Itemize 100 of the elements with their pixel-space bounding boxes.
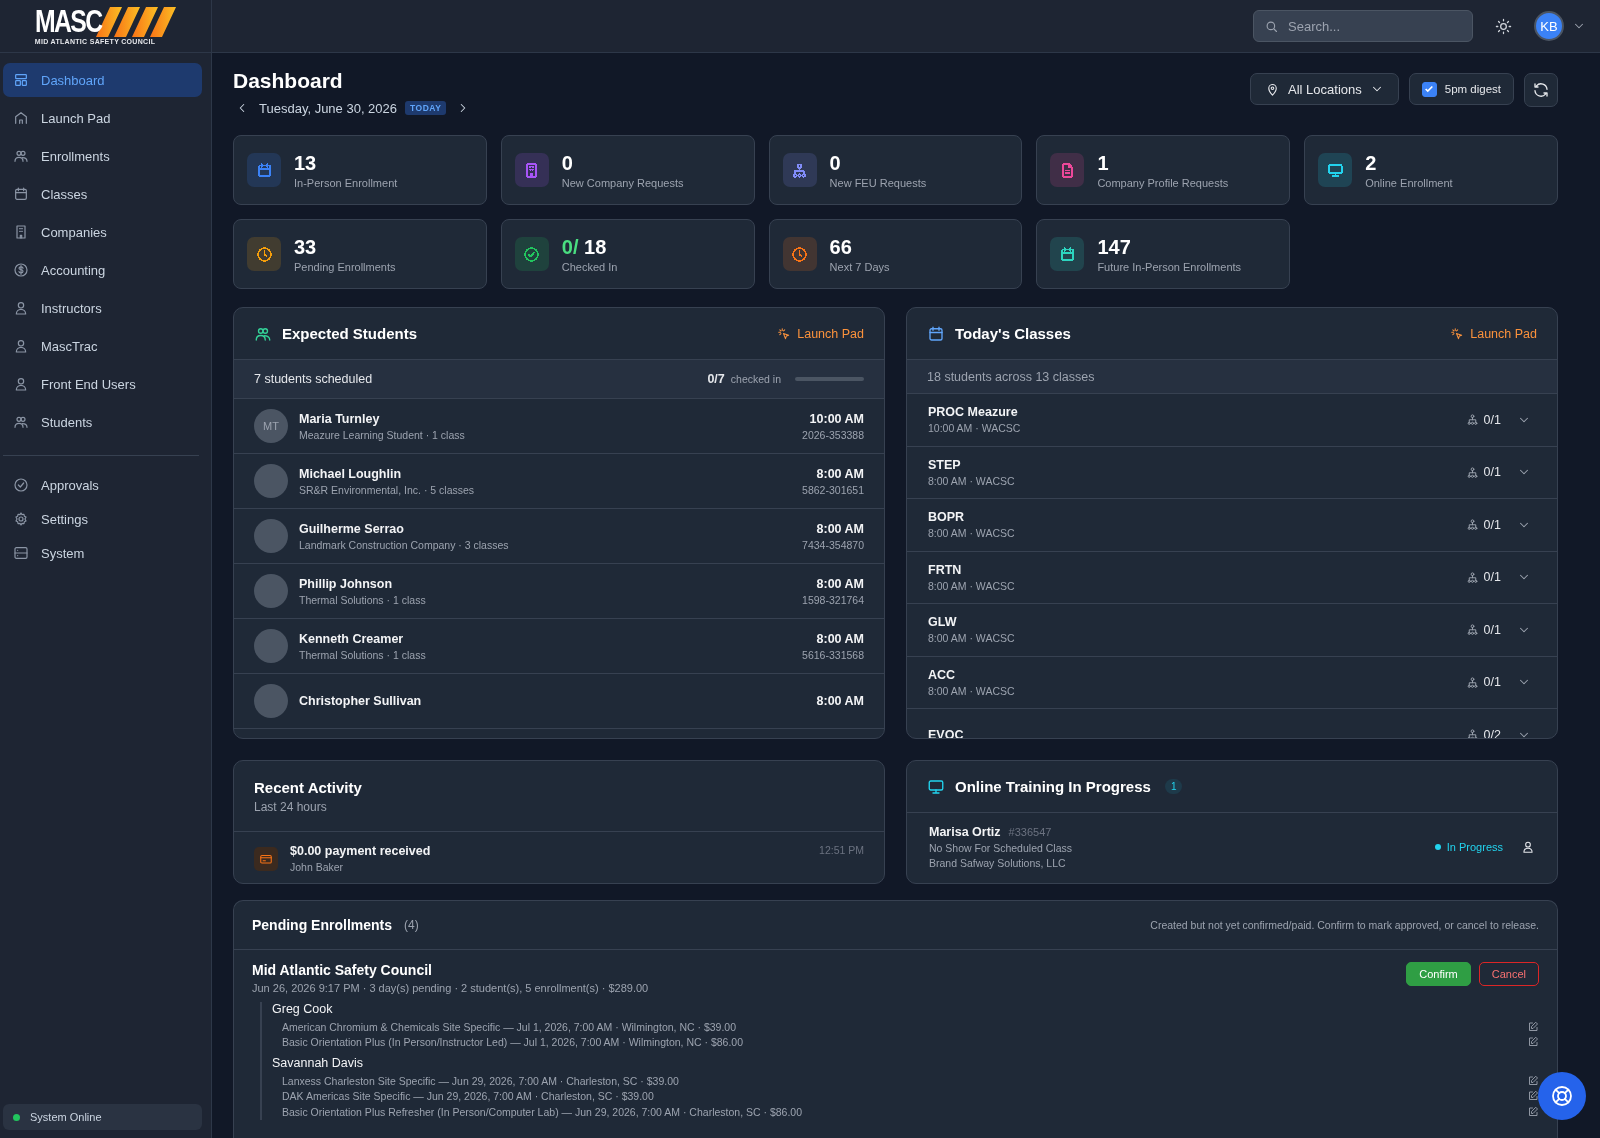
stat-card[interactable]: 2 Online Enrollment — [1304, 135, 1558, 205]
count-badge: 1 — [1164, 779, 1183, 794]
student-name[interactable]: Kenneth Creamer — [299, 631, 426, 646]
stat-card[interactable]: 0 New Company Requests — [500, 135, 755, 205]
user-avatar[interactable]: KB — [1534, 11, 1564, 41]
class-name[interactable]: GLW — [928, 615, 1015, 630]
checkmark-icon — [1424, 84, 1435, 94]
hierarchy-icon — [1465, 623, 1479, 637]
stat-card[interactable]: 13 In-Person Enrollment — [233, 135, 487, 205]
stat-label: In-Person Enrollment — [294, 176, 398, 189]
avatar — [254, 464, 288, 498]
stat-card[interactable]: 33 Pending Enrollments — [233, 219, 487, 289]
stat-card[interactable]: 0/ 18 Checked In — [500, 219, 755, 289]
pending-count: (4) — [404, 918, 419, 932]
edit-button[interactable] — [1527, 1105, 1539, 1118]
student-code: 2026-353388 — [802, 428, 864, 441]
edit-button[interactable] — [1527, 1036, 1539, 1049]
class-detail: 8:00 AM · WACSC — [928, 632, 1015, 645]
class-detail: 8:00 AM · WACSC — [928, 474, 1015, 487]
attendance-count: 0/1 — [1483, 412, 1501, 427]
class-name[interactable]: ACC — [928, 667, 1015, 682]
launch-pad-link[interactable]: Launch Pad — [777, 326, 864, 341]
class-name[interactable]: STEP — [928, 457, 1015, 472]
sidebar-item[interactable]: Front End Users — [3, 367, 202, 401]
class-name[interactable]: PROC Meazure — [928, 405, 1021, 420]
sidebar-item[interactable]: Settings — [3, 504, 202, 534]
person-icon — [13, 338, 29, 354]
student-code: 7434-354870 — [802, 538, 864, 551]
person-icon — [13, 376, 29, 392]
avatar — [254, 684, 288, 718]
hierarchy-icon — [1465, 728, 1479, 738]
sidebar-item[interactable]: Instructors — [3, 291, 202, 325]
sidebar-item[interactable]: Enrollments — [3, 139, 202, 173]
lifebuoy-icon — [1550, 1084, 1574, 1108]
stat-card[interactable]: 1 Company Profile Requests — [1036, 135, 1291, 205]
class-name[interactable]: EVOC — [928, 727, 964, 738]
student-name: Savannah Davis — [272, 1056, 365, 1070]
edit-button[interactable] — [1527, 1090, 1539, 1103]
edit-button[interactable] — [1527, 1074, 1539, 1087]
trainee-name[interactable]: Marisa Ortiz — [929, 825, 1001, 839]
attendance-count: 0/1 — [1483, 675, 1501, 690]
digest-checkbox[interactable]: 5pm digest — [1408, 73, 1514, 105]
student-name[interactable]: Christopher Sullivan — [299, 694, 422, 708]
hierarchy-icon — [1465, 465, 1479, 479]
refresh-button[interactable] — [1524, 73, 1558, 107]
people-icon — [13, 148, 29, 164]
location-dropdown[interactable]: All Locations — [1250, 73, 1399, 105]
class-name[interactable]: FRTN — [928, 562, 1015, 577]
stat-value: 33 — [294, 235, 318, 258]
stat-card[interactable]: 66 Next 7 Days — [768, 219, 1023, 289]
trainee-id: #336547 — [1008, 826, 1052, 838]
class-time: 8:00 AM — [815, 521, 864, 536]
panel-title: Expected Students — [282, 325, 418, 342]
class-time: 8:00 AM — [815, 466, 864, 481]
student-detail: Meazure Learning Student · 1 class — [299, 428, 465, 441]
stat-value: 0 — [829, 151, 842, 174]
panel-title: Pending Enrollments — [252, 917, 392, 933]
stat-label: New Company Requests — [561, 176, 684, 189]
sidebar-item[interactable]: Classes — [3, 177, 202, 211]
cancel-button[interactable]: Cancel — [1478, 962, 1539, 986]
student-name[interactable]: Phillip Johnson — [299, 576, 426, 591]
avatar — [254, 574, 288, 608]
organization-name: Mid Atlantic Safety Council — [252, 962, 433, 978]
student-code: 5862-301651 — [802, 483, 864, 496]
house-icon — [13, 110, 29, 126]
sidebar-item[interactable]: MascTrac — [3, 329, 202, 363]
attendance-count: 0/1 — [1483, 622, 1501, 637]
sidebar-item[interactable]: Accounting — [3, 253, 202, 287]
student-detail: Landmark Construction Company · 3 classes — [299, 538, 509, 551]
class-name[interactable]: BOPR — [928, 510, 1015, 525]
location-pin-icon — [1265, 81, 1280, 97]
cursor-click-icon — [777, 326, 792, 341]
sidebar-item[interactable]: Companies — [3, 215, 202, 249]
activity-person: John Baker — [290, 861, 345, 873]
attendance-count: 0/1 — [1483, 517, 1501, 532]
sidebar-item[interactable]: Students — [3, 405, 202, 439]
cursor-click-icon — [1450, 326, 1465, 341]
stat-label: Company Profile Requests — [1097, 176, 1229, 189]
class-time: 8:00 AM — [816, 694, 864, 708]
search-icon — [1264, 19, 1279, 34]
enrollment-line: American Chromium & Chemicals Site Specific — Jul 1, 2026, 7:00 AM · Wilmington, NC · $39.00 — [282, 1020, 736, 1033]
sidebar-item[interactable]: System — [3, 538, 202, 568]
sidebar-item[interactable]: Dashboard — [3, 63, 202, 97]
sidebar-item[interactable]: Approvals — [3, 470, 202, 500]
student-name[interactable]: Maria Turnley — [299, 411, 465, 426]
enrollment-line: DAK Americas Site Specific — Jun 29, 2026, 7:00 AM · Charleston, SC · $39.00 — [282, 1090, 654, 1103]
hierarchy-icon — [1465, 518, 1479, 532]
stat-card[interactable]: 0 New FEU Requests — [768, 135, 1023, 205]
student-name[interactable]: Michael Loughlin — [299, 466, 475, 481]
launch-pad-link[interactable]: Launch Pad — [1450, 326, 1537, 341]
search-field[interactable]: Search... — [1253, 10, 1473, 42]
checkbox[interactable] — [1421, 81, 1437, 97]
stat-card[interactable]: 147 Future In-Person Enrollments — [1036, 219, 1291, 289]
person-icon — [13, 300, 29, 316]
sidebar-item[interactable]: Launch Pad — [3, 101, 202, 135]
student-name[interactable]: Guilherme Serrao — [299, 521, 509, 536]
help-button[interactable] — [1538, 1072, 1586, 1120]
edit-button[interactable] — [1527, 1020, 1539, 1033]
refresh-icon — [1532, 81, 1550, 99]
avatar — [254, 519, 288, 553]
